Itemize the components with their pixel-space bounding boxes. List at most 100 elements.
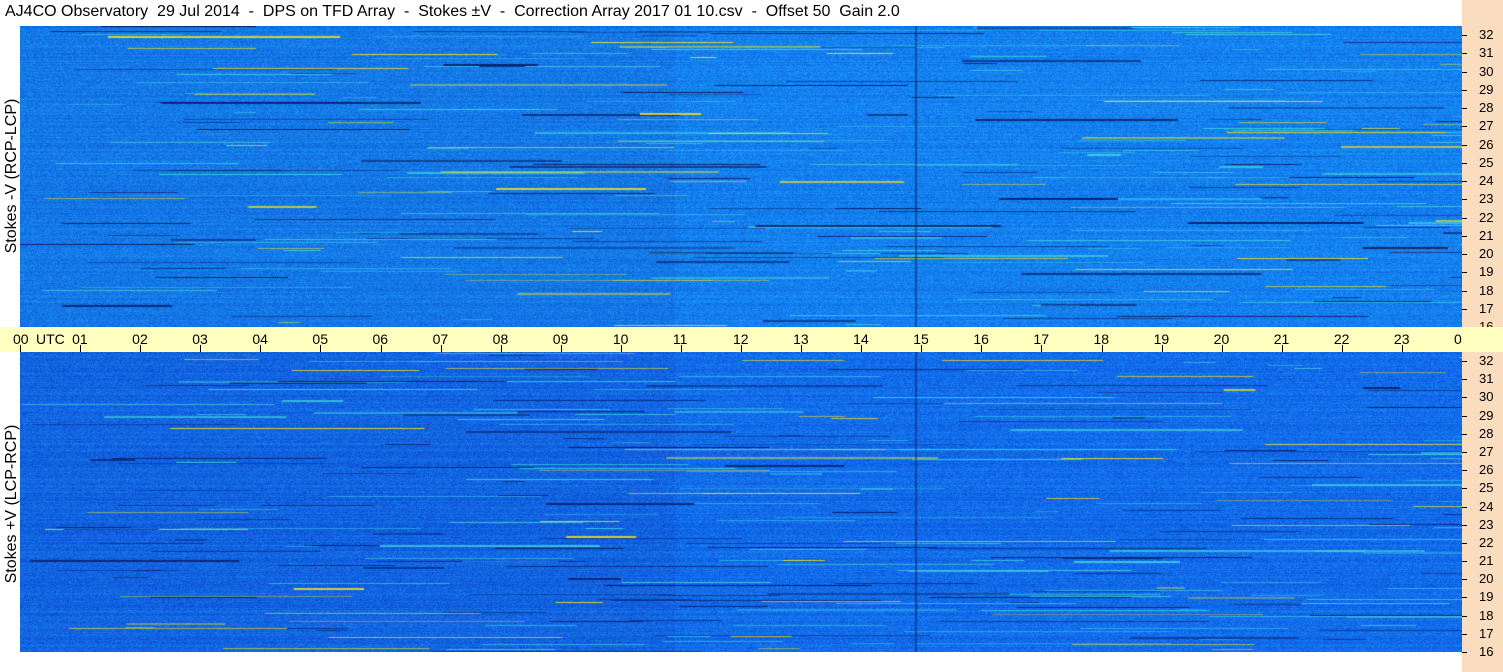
freq-tick-label: 32 [1479,353,1494,369]
time-tick-label: 06 [372,331,389,347]
freq-tick [1462,597,1467,599]
chart-title: AJ4CO Observatory 29 Jul 2014 - DPS on T… [5,3,900,20]
freq-tick-label: 30 [1479,389,1494,405]
freq-tick-label: 21 [1479,553,1494,569]
time-tick-label: 15 [913,331,929,347]
time-tick-label: 09 [552,331,569,347]
freq-tick [1462,235,1467,237]
time-tick-label: 23 [1393,331,1410,347]
freq-tick [1462,633,1467,635]
freq-tick-label: 18 [1479,607,1494,623]
freq-tick-label: 28 [1479,100,1494,116]
freq-tick-label: 25 [1479,480,1494,496]
time-tick-label: 10 [612,331,629,347]
bottom-margin [0,652,1462,672]
freq-tick-label: 20 [1479,571,1494,587]
freq-tick-label: 16 [1479,644,1494,659]
freq-tick-label: 19 [1479,264,1494,280]
bottom-frequency-axis: 32 31 30 29 28 27 26 25 24 23 22 21 20 19 18 17 16 [1462,352,1503,672]
time-axis: 00 01 02 03 04 05 06 07 08 09 10 11 12 13 14 15 16 17 18 19… [0,327,1499,352]
time-tick-label: 16 [973,331,989,347]
freq-tick [1462,272,1467,274]
freq-tick [1462,290,1467,292]
freq-tick-label: 26 [1479,136,1494,152]
bottom-spectrogram [20,352,1462,652]
time-tick-label: 22 [1333,331,1350,347]
freq-tick [1462,433,1467,435]
freq-tick [1462,415,1467,417]
freq-tick-label: 22 [1479,209,1494,225]
freq-tick-label: 31 [1479,371,1494,387]
freq-tick-label: 31 [1479,45,1494,61]
freq-tick-label: 20 [1479,246,1494,262]
freq-tick [1462,144,1467,146]
freq-tick [1462,53,1467,55]
time-tick-label: 19 [1153,331,1170,347]
time-tick-label: 14 [853,331,869,347]
freq-tick [1462,488,1467,490]
time-tick-label: 02 [132,331,148,347]
freq-tick-label: 27 [1479,118,1494,134]
time-tick-label: 03 [192,331,208,347]
freq-tick [1462,217,1467,219]
freq-tick-label: 22 [1479,534,1494,550]
freq-tick [1462,579,1467,581]
freq-tick [1462,126,1467,128]
freq-tick-label: 30 [1479,63,1494,79]
freq-tick [1462,561,1467,563]
time-tick-label: 17 [1033,331,1049,347]
freq-tick-label: 17 [1479,625,1494,641]
time-tick-label: 12 [733,331,749,347]
top-frequency-axis: 3231302928272625242322212019181716 [1462,0,1503,334]
freq-tick [1462,71,1467,73]
freq-tick-label: 23 [1479,191,1494,207]
freq-tick [1462,162,1467,164]
time-tick-label: 11 [672,331,688,347]
freq-tick [1462,452,1467,453]
time-tick-label: 00 [13,331,29,347]
freq-tick [1462,506,1467,508]
time-tick-label: 01 [72,331,88,347]
freq-tick [1462,379,1467,381]
freq-tick [1462,524,1467,526]
freq-unit-corner [1462,327,1503,352]
freq-tick-label: 21 [1479,227,1494,243]
freq-tick-label: 28 [1479,425,1494,441]
freq-tick-label: 26 [1479,462,1494,478]
freq-tick [1462,108,1467,110]
freq-tick-label: 18 [1479,282,1494,298]
freq-tick [1462,308,1467,310]
time-tick-label: 08 [492,331,509,347]
freq-tick-label: 19 [1479,589,1494,605]
freq-tick [1462,470,1467,472]
freq-tick-label: 24 [1479,173,1494,189]
title-bar: AJ4CO Observatory 29 Jul 2014 - DPS on T… [0,0,1462,26]
freq-tick [1462,361,1467,363]
freq-tick [1462,397,1467,399]
freq-tick-label: 29 [1479,407,1494,423]
freq-tick-label: 24 [1479,498,1494,514]
time-unit-label: UTC [36,331,65,347]
time-tick-label: 18 [1093,331,1110,347]
freq-tick [1462,181,1467,183]
freq-tick-label: 29 [1479,81,1494,97]
freq-tick [1462,254,1467,256]
freq-tick-label: 17 [1479,300,1494,316]
freq-tick-label: 27 [1479,444,1494,459]
time-tick-label: 20 [1213,331,1230,347]
freq-tick [1462,89,1467,91]
time-tick-label: 05 [312,331,328,347]
top-spectrogram [20,26,1462,327]
freq-tick [1462,199,1467,201]
freq-tick [1462,542,1467,544]
freq-tick-label: 32 [1479,27,1494,43]
freq-tick [1462,35,1467,37]
time-tick-label: 13 [793,331,809,347]
time-tick-label: 21 [1273,331,1290,347]
freq-tick [1462,615,1467,617]
freq-tick [1462,652,1467,653]
time-tick-label: 04 [252,331,268,347]
freq-tick-label: 23 [1479,516,1494,532]
time-tick-label: 07 [432,331,449,347]
freq-tick-label: 25 [1479,154,1494,170]
